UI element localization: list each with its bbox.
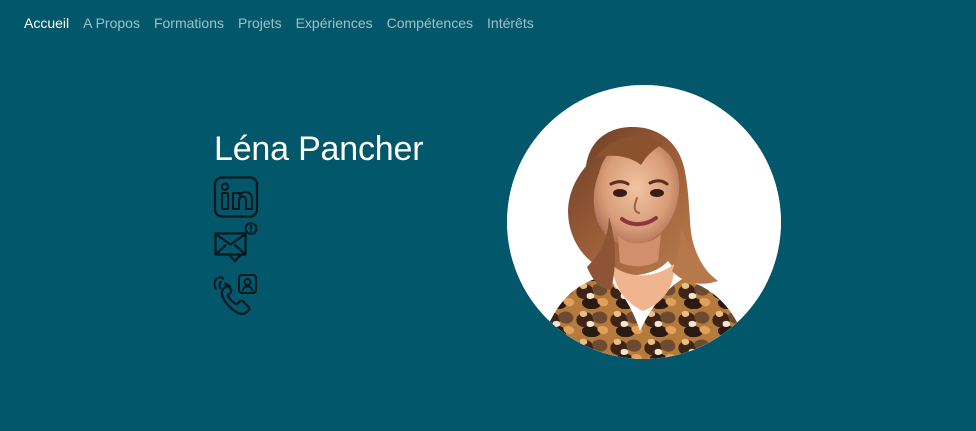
nav-interets[interactable]: Intérêts [487,14,534,32]
email-alert-icon [214,222,258,263]
nav-accueil[interactable]: Accueil [24,14,69,32]
social-links [213,176,259,316]
nav-experiences[interactable]: Expériences [296,14,373,32]
top-navigation: Accueil A Propos Formations Projets Expé… [24,14,534,32]
email-link[interactable] [213,222,259,266]
phone-link[interactable] [213,272,259,316]
nav-a-propos[interactable]: A Propos [83,14,140,32]
profile-photo [507,85,781,359]
linkedin-icon [213,176,259,218]
phone-contact-icon [213,274,257,316]
nav-competences[interactable]: Compétences [387,14,473,32]
nav-formations[interactable]: Formations [154,14,224,32]
profile-name: Léna Pancher [214,130,424,168]
linkedin-link[interactable] [213,176,259,218]
nav-projets[interactable]: Projets [238,14,282,32]
